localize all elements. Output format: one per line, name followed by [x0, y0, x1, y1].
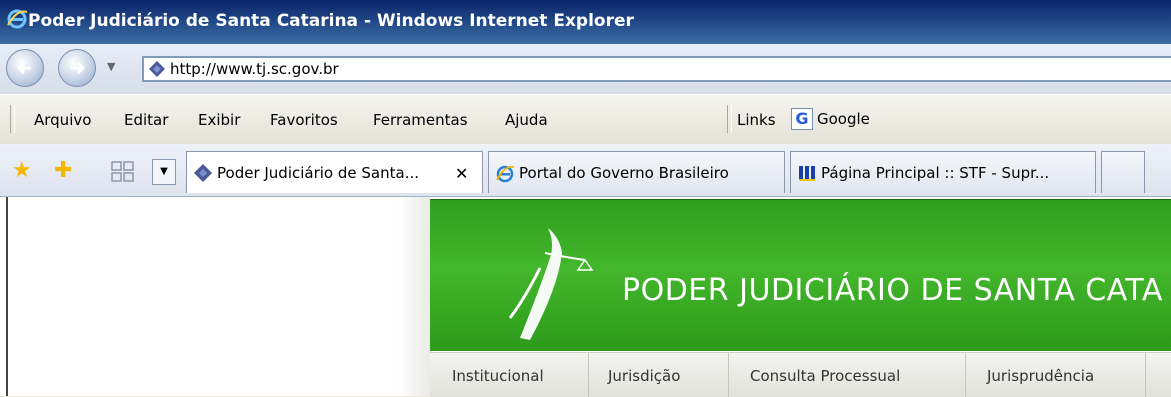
nav-divider	[1145, 353, 1146, 397]
history-dropdown-icon[interactable]: ▼	[107, 60, 115, 73]
links-label[interactable]: Links	[737, 111, 776, 129]
page-gutter	[398, 197, 430, 396]
menu-favoritos[interactable]: Favoritos	[270, 111, 338, 129]
address-bar[interactable]: http://www.tj.sc.gov.br	[142, 56, 1171, 82]
internet-explorer-icon	[7, 9, 28, 29]
nav-divider	[588, 353, 589, 397]
site-favicon-icon	[149, 61, 165, 77]
address-url[interactable]: http://www.tj.sc.gov.br	[170, 60, 339, 78]
add-favorites-icon[interactable]: ✚	[54, 158, 72, 183]
tab-tjsc[interactable]: Poder Judiciário de Santa... ✕	[186, 151, 483, 193]
nav-consulta-processual[interactable]: Consulta Processual	[750, 367, 900, 385]
tab-bar: ★ ✚ ▼ Poder Judiciário de Santa... ✕ Por…	[0, 144, 1171, 197]
justice-logo-icon	[508, 228, 594, 340]
menu-ferramentas[interactable]: Ferramentas	[373, 111, 468, 129]
page-content: PODER JUDICIÁRIO DE SANTA CATA Instituci…	[0, 197, 1171, 397]
google-icon: G	[791, 108, 813, 130]
new-tab-button[interactable]	[1101, 151, 1145, 193]
nav-jurisprudencia[interactable]: Jurisprudência	[987, 367, 1094, 385]
menu-arquivo[interactable]: Arquivo	[34, 111, 91, 129]
back-arrow-icon	[16, 61, 31, 75]
back-button[interactable]	[6, 49, 44, 87]
site-header-banner: PODER JUDICIÁRIO DE SANTA CATA	[430, 199, 1171, 351]
nav-divider	[965, 353, 966, 397]
window-title: Poder Judiciário de Santa Catarina - Win…	[28, 11, 634, 31]
nav-institucional[interactable]: Institucional	[452, 367, 544, 385]
nav-jurisdicao[interactable]: Jurisdição	[608, 367, 680, 385]
tab-governo[interactable]: Portal do Governo Brasileiro	[488, 151, 785, 193]
menu-editar[interactable]: Editar	[124, 111, 168, 129]
forward-arrow-icon	[71, 61, 86, 75]
nav-divider	[728, 353, 729, 397]
left-blank-area	[6, 197, 400, 396]
internet-explorer-icon	[496, 165, 515, 183]
forward-button[interactable]	[58, 49, 96, 87]
site-title: PODER JUDICIÁRIO DE SANTA CATA	[622, 273, 1163, 308]
menu-exibir[interactable]: Exibir	[198, 111, 240, 129]
favorites-center-icon[interactable]: ★	[12, 158, 32, 183]
links-grip[interactable]	[727, 105, 732, 133]
tjsc-favicon-icon	[194, 164, 212, 182]
quick-tabs-icon[interactable]	[110, 159, 136, 185]
tab-label: Poder Judiciário de Santa...	[217, 164, 419, 182]
window-titlebar: Poder Judiciário de Santa Catarina - Win…	[0, 0, 1171, 44]
stf-favicon-icon	[799, 166, 815, 181]
tab-label: Portal do Governo Brasileiro	[519, 164, 729, 182]
google-link[interactable]: G Google	[791, 108, 870, 130]
close-tab-icon[interactable]: ✕	[455, 164, 468, 183]
google-label: Google	[817, 110, 870, 128]
tab-label: Página Principal :: STF - Supr...	[821, 164, 1050, 182]
toolbar-grip[interactable]	[10, 105, 15, 133]
site-navigation: Institucional Jurisdição Consulta Proces…	[430, 352, 1171, 397]
tab-list-dropdown[interactable]: ▼	[152, 159, 176, 185]
menu-bar: Arquivo Editar Exibir Favoritos Ferramen…	[0, 94, 1171, 144]
tab-stf[interactable]: Página Principal :: STF - Supr...	[790, 151, 1096, 193]
menu-ajuda[interactable]: Ajuda	[505, 111, 548, 129]
address-toolbar: ▼ http://www.tj.sc.gov.br	[0, 44, 1171, 94]
